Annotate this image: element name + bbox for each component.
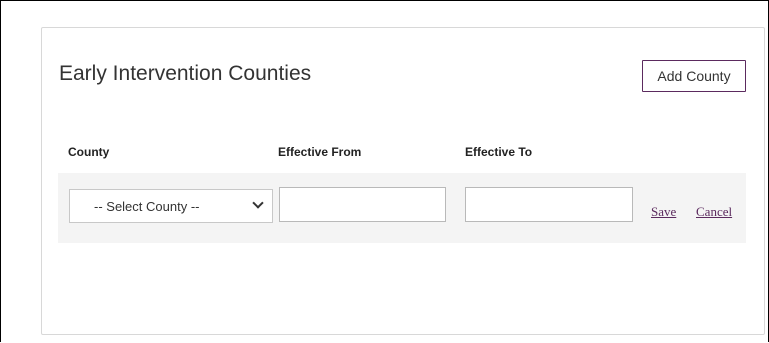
county-select[interactable]: -- Select County --	[69, 189, 273, 223]
window-frame: Early Intervention Counties Add County C…	[0, 0, 769, 342]
effective-from-input[interactable]	[279, 187, 446, 222]
county-select-value: -- Select County --	[94, 199, 200, 214]
save-link[interactable]: Save	[651, 204, 676, 220]
counties-card: Early Intervention Counties Add County C…	[41, 27, 765, 335]
column-header-county: County	[68, 145, 110, 159]
column-header-effective-to: Effective To	[465, 145, 533, 159]
effective-to-input[interactable]	[465, 187, 633, 222]
page-title: Early Intervention Counties	[59, 62, 312, 85]
add-county-button[interactable]: Add County	[642, 60, 746, 92]
edit-row: -- Select County -- Save Cancel	[58, 173, 746, 243]
column-header-effective-from: Effective From	[278, 145, 362, 159]
chevron-down-icon	[252, 197, 264, 209]
cancel-link[interactable]: Cancel	[696, 204, 732, 220]
